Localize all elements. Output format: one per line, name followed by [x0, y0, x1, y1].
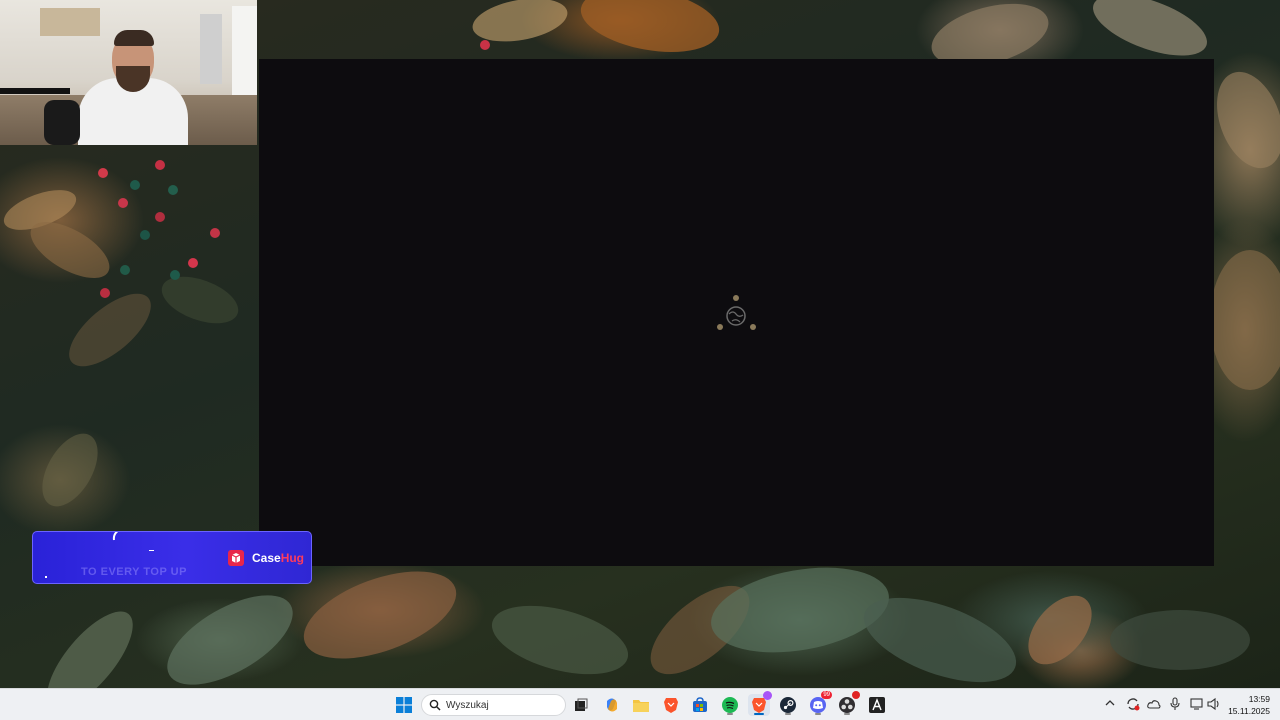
app-a-icon: [869, 697, 885, 713]
promo-dash: [149, 550, 154, 551]
volume-icon[interactable]: [1207, 697, 1221, 711]
folder-icon: [633, 700, 649, 712]
windows-logo-icon: [396, 697, 412, 713]
running-indicator: [727, 713, 733, 715]
running-indicator-active: [754, 713, 764, 715]
casehug-brand-text: CaseHug: [252, 551, 304, 565]
clock-date: 15.11.2025: [1228, 706, 1270, 716]
webcam-person-hair: [114, 30, 154, 46]
recording-dot-icon: [852, 691, 860, 699]
store-icon: [693, 697, 707, 712]
clock-time: 13:59: [1248, 694, 1270, 704]
running-indicator: [785, 713, 791, 715]
discord-button[interactable]: 99: [807, 691, 832, 716]
brave-active-button[interactable]: [748, 691, 772, 716]
globe-spinner-icon: [716, 294, 756, 334]
taskbar: Wyszukaj 99 13:59 15.11.2025: [0, 688, 1280, 720]
chevron-up-icon[interactable]: [1105, 699, 1115, 707]
spotify-button[interactable]: [719, 694, 741, 716]
file-explorer-button[interactable]: [630, 694, 652, 716]
microphone-icon[interactable]: [1170, 697, 1180, 711]
obs-button[interactable]: [836, 691, 860, 716]
running-indicator: [815, 713, 821, 715]
promo-faint-text: TO EVERY TOP UP: [81, 566, 187, 578]
discord-icon: [810, 697, 826, 713]
steam-button[interactable]: [777, 694, 799, 716]
promo-dot: [45, 576, 47, 578]
webcam-shelf: [40, 8, 100, 36]
cloud-icon[interactable]: [1147, 698, 1161, 710]
webcam-microphone: [44, 100, 80, 145]
running-indicator: [844, 713, 850, 715]
copilot-button[interactable]: [601, 694, 623, 716]
brand-suffix: Hug: [280, 551, 305, 565]
copilot-icon: [607, 698, 617, 712]
brand-prefix: Case: [252, 551, 281, 565]
private-window-icon: [763, 691, 772, 700]
network-icon[interactable]: [1190, 697, 1204, 711]
search-icon: [429, 699, 441, 711]
cursor-icon: [112, 532, 119, 541]
webcam-window: [232, 6, 257, 106]
discord-badge: 99: [821, 691, 832, 699]
casehug-logo-icon: [227, 549, 245, 567]
webcam-overlay: [0, 0, 257, 145]
brave-lion-icon: [664, 698, 678, 713]
brave-button[interactable]: [660, 694, 682, 716]
store-button[interactable]: [689, 694, 711, 716]
spotify-icon: [722, 697, 738, 713]
taskbar-clock[interactable]: 13:59 15.11.2025: [1228, 693, 1270, 717]
sync-icon[interactable]: [1126, 697, 1140, 711]
steam-icon: [780, 697, 796, 713]
webcam-mic-arm: [0, 88, 70, 94]
casehug-promo-banner[interactable]: TO EVERY TOP UP CaseHug: [32, 531, 312, 584]
webcam-fridge: [200, 14, 222, 84]
start-button[interactable]: [393, 694, 415, 716]
task-view-button[interactable]: [570, 694, 592, 716]
taskbar-search-box[interactable]: Wyszukaj: [421, 694, 566, 716]
app-window-loading: [259, 59, 1214, 566]
task-view-icon: [575, 698, 588, 711]
obs-icon: [839, 697, 855, 713]
search-placeholder: Wyszukaj: [446, 700, 489, 711]
app-a-button[interactable]: [866, 694, 888, 716]
